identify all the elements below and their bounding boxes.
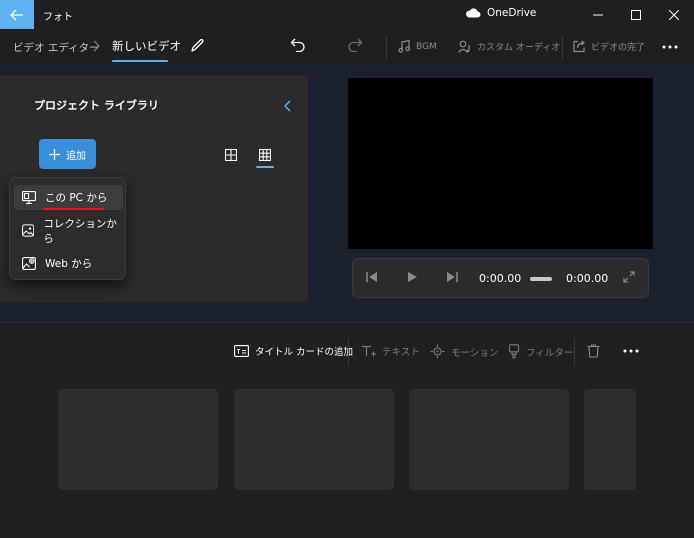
total-time: 0:00.00	[566, 272, 609, 285]
title-bar: フォト OneDrive	[0, 0, 694, 29]
motion-button[interactable]: モーション	[430, 344, 498, 359]
web-image-icon	[22, 257, 36, 270]
trash-icon	[587, 344, 600, 358]
previous-frame-button[interactable]	[366, 271, 378, 283]
fullscreen-button[interactable]	[623, 271, 635, 283]
storyboard-toolbar-divider	[348, 338, 349, 366]
step-back-icon	[366, 272, 377, 282]
plus-icon	[49, 148, 60, 160]
play-button[interactable]	[407, 271, 418, 283]
title-card-icon	[234, 345, 249, 357]
delete-button[interactable]	[587, 344, 600, 358]
filter-label: フィルター	[526, 347, 574, 359]
motion-label: モーション	[451, 347, 499, 359]
storyboard-card[interactable]	[234, 389, 394, 490]
more-dots-icon	[623, 349, 639, 353]
next-frame-button[interactable]	[446, 271, 458, 283]
close-icon	[669, 9, 679, 20]
menu-item-from-collection[interactable]: コレクションから	[14, 217, 123, 245]
rename-button[interactable]	[190, 38, 205, 53]
collapse-library-button[interactable]	[284, 97, 292, 116]
large-grid-view-button[interactable]	[221, 145, 241, 165]
storyboard-toolbar-divider	[574, 338, 575, 366]
onedrive-label: OneDrive	[487, 7, 537, 19]
play-icon	[408, 272, 417, 282]
video-preview	[348, 78, 653, 249]
close-button[interactable]	[654, 0, 694, 29]
menu-item-label: この PC から	[45, 192, 108, 204]
editor-toolbar: ビデオ エディター 新しいビデオ BGM カスタム オーディオ ビデオの完了	[0, 29, 694, 64]
storyboard-card[interactable]	[584, 389, 636, 490]
undo-button[interactable]	[290, 38, 306, 52]
undo-icon	[290, 38, 305, 52]
storyboard-card[interactable]	[409, 389, 569, 490]
annotation-underline	[43, 208, 104, 210]
maximize-button[interactable]	[616, 0, 656, 29]
text-button[interactable]: テキスト	[361, 344, 420, 358]
more-dots-icon	[662, 45, 678, 49]
audio-person-icon	[458, 40, 470, 53]
redo-icon	[348, 38, 363, 52]
cloud-icon	[466, 8, 481, 18]
music-note-icon	[398, 40, 411, 53]
export-icon	[573, 40, 585, 53]
text-label: テキスト	[382, 347, 420, 358]
active-indicator	[112, 60, 168, 62]
more-options-button[interactable]	[662, 45, 678, 49]
add-source-menu: この PC から コレクションから Web から	[9, 177, 126, 280]
add-title-card-label: タイトル カードの追加	[255, 347, 354, 358]
library-title: プロジェクト ライブラリ	[34, 99, 159, 112]
finish-video-button[interactable]: ビデオの完了	[572, 40, 645, 53]
seek-slider[interactable]	[530, 277, 552, 281]
storyboard-card[interactable]	[58, 389, 218, 490]
arrow-left-icon	[10, 9, 23, 20]
add-button[interactable]: 追加	[39, 139, 96, 169]
motion-icon	[430, 344, 445, 359]
custom-audio-button[interactable]: カスタム オーディオ	[458, 40, 560, 53]
toolbar-divider	[386, 36, 387, 59]
onedrive-button[interactable]: OneDrive	[465, 7, 536, 19]
view-active-indicator	[256, 166, 274, 168]
breadcrumb-video-editor[interactable]: ビデオ エディター	[13, 40, 100, 55]
project-name[interactable]: 新しいビデオ	[112, 38, 181, 54]
redo-button[interactable]	[347, 38, 363, 52]
step-forward-icon	[447, 272, 458, 282]
collection-icon	[22, 224, 35, 237]
toolbar-divider	[562, 36, 563, 59]
app-title: フォト	[43, 12, 73, 23]
custom-audio-label: カスタム オーディオ	[477, 43, 561, 53]
current-time: 0:00.00	[479, 272, 522, 285]
expand-icon	[623, 271, 635, 283]
storyboard-more-button[interactable]	[623, 349, 639, 353]
bgm-label: BGM	[416, 41, 437, 52]
bgm-button[interactable]: BGM	[398, 40, 437, 53]
back-button[interactable]	[0, 0, 34, 29]
minimize-button[interactable]	[578, 0, 618, 29]
menu-item-label: コレクションから	[43, 217, 117, 245]
small-grid-view-button[interactable]	[255, 145, 275, 165]
pencil-icon	[191, 38, 204, 52]
add-label: 追加	[66, 150, 86, 162]
pc-icon	[22, 191, 36, 204]
maximize-icon	[631, 9, 641, 20]
grid-small-icon	[259, 149, 271, 161]
chevron-right-icon	[93, 40, 100, 52]
filter-icon	[508, 344, 520, 359]
storyboard-divider	[0, 322, 694, 323]
filter-button[interactable]: フィルター	[508, 344, 573, 359]
text-icon	[362, 345, 376, 356]
minimize-icon	[593, 14, 603, 15]
menu-item-label: Web から	[45, 258, 93, 270]
menu-item-from-web[interactable]: Web から	[14, 251, 123, 276]
chevron-left-icon	[284, 100, 291, 112]
playback-controls: 0:00.00 0:00.00	[352, 258, 649, 298]
add-title-card-button[interactable]: タイトル カードの追加	[234, 344, 353, 358]
finish-video-label: ビデオの完了	[591, 43, 646, 53]
grid-large-icon	[225, 149, 237, 161]
menu-item-from-pc[interactable]: この PC から	[14, 185, 123, 210]
